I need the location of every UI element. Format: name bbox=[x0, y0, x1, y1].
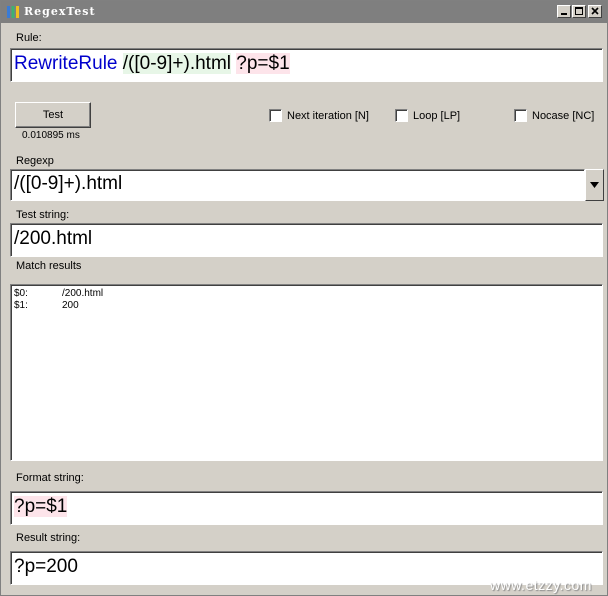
maximize-button[interactable] bbox=[572, 5, 586, 18]
rule-text: RewriteRule /([0-9]+).html ?p=$1 bbox=[14, 53, 290, 75]
list-item: $1: 200 bbox=[14, 300, 594, 313]
maximize-icon bbox=[575, 7, 583, 15]
format-string-value: ?p=$1 bbox=[14, 496, 68, 518]
close-button[interactable] bbox=[588, 5, 602, 18]
rule-label: Rule: bbox=[16, 32, 42, 44]
group-name: $1: bbox=[14, 300, 28, 311]
result-string-value: ?p=200 bbox=[14, 556, 78, 577]
regexp-value: /([0-9]+).html bbox=[14, 173, 123, 194]
match-results-label: Match results bbox=[16, 260, 82, 272]
app-icon bbox=[7, 6, 19, 18]
regextest-window: RegexTest Rule: RewriteRule /([0-9]+).ht… bbox=[0, 0, 608, 596]
elapsed-time: 0.010895 ms bbox=[22, 130, 80, 141]
match-results-list[interactable]: $0: /200.html $1: 200 bbox=[10, 284, 603, 461]
rule-input[interactable]: RewriteRule /([0-9]+).html ?p=$1 bbox=[10, 48, 603, 82]
test-string-value: /200.html bbox=[14, 228, 93, 249]
format-string-text: ?p=$1 bbox=[14, 496, 68, 517]
window-title: RegexTest bbox=[24, 5, 96, 18]
rule-substitution: ?p=$1 bbox=[236, 53, 290, 74]
regexp-combobox[interactable]: /([0-9]+).html bbox=[10, 169, 585, 201]
close-icon bbox=[591, 7, 599, 15]
regexp-label: Regexp bbox=[16, 155, 54, 167]
loop-checkbox[interactable] bbox=[395, 109, 408, 122]
group-name: $0: bbox=[14, 288, 28, 299]
chevron-down-icon bbox=[590, 182, 599, 188]
format-string-input[interactable]: ?p=$1 bbox=[10, 491, 603, 525]
title-bar[interactable]: RegexTest bbox=[1, 1, 607, 23]
loop-label: Loop [LP] bbox=[413, 110, 461, 122]
rule-pattern: /([0-9]+).html bbox=[122, 53, 231, 74]
nocase-label: Nocase [NC] bbox=[532, 110, 595, 122]
result-string-label: Result string: bbox=[16, 532, 81, 544]
test-string-input[interactable]: /200.html bbox=[10, 223, 603, 257]
next-iteration-label: Next iteration [N] bbox=[287, 110, 369, 122]
watermark: www.etzzy.com bbox=[490, 577, 592, 593]
test-string-label: Test string: bbox=[16, 209, 70, 221]
nocase-checkbox[interactable] bbox=[514, 109, 527, 122]
group-value: /200.html bbox=[62, 288, 104, 299]
next-iteration-checkbox[interactable] bbox=[269, 109, 282, 122]
test-button[interactable]: Test bbox=[15, 102, 91, 128]
regexp-dropdown-button[interactable] bbox=[585, 169, 604, 201]
minimize-icon bbox=[561, 13, 567, 15]
rule-directive: RewriteRule bbox=[14, 53, 118, 74]
format-string-label: Format string: bbox=[16, 472, 84, 484]
minimize-button[interactable] bbox=[557, 5, 571, 18]
group-value: 200 bbox=[62, 300, 79, 311]
